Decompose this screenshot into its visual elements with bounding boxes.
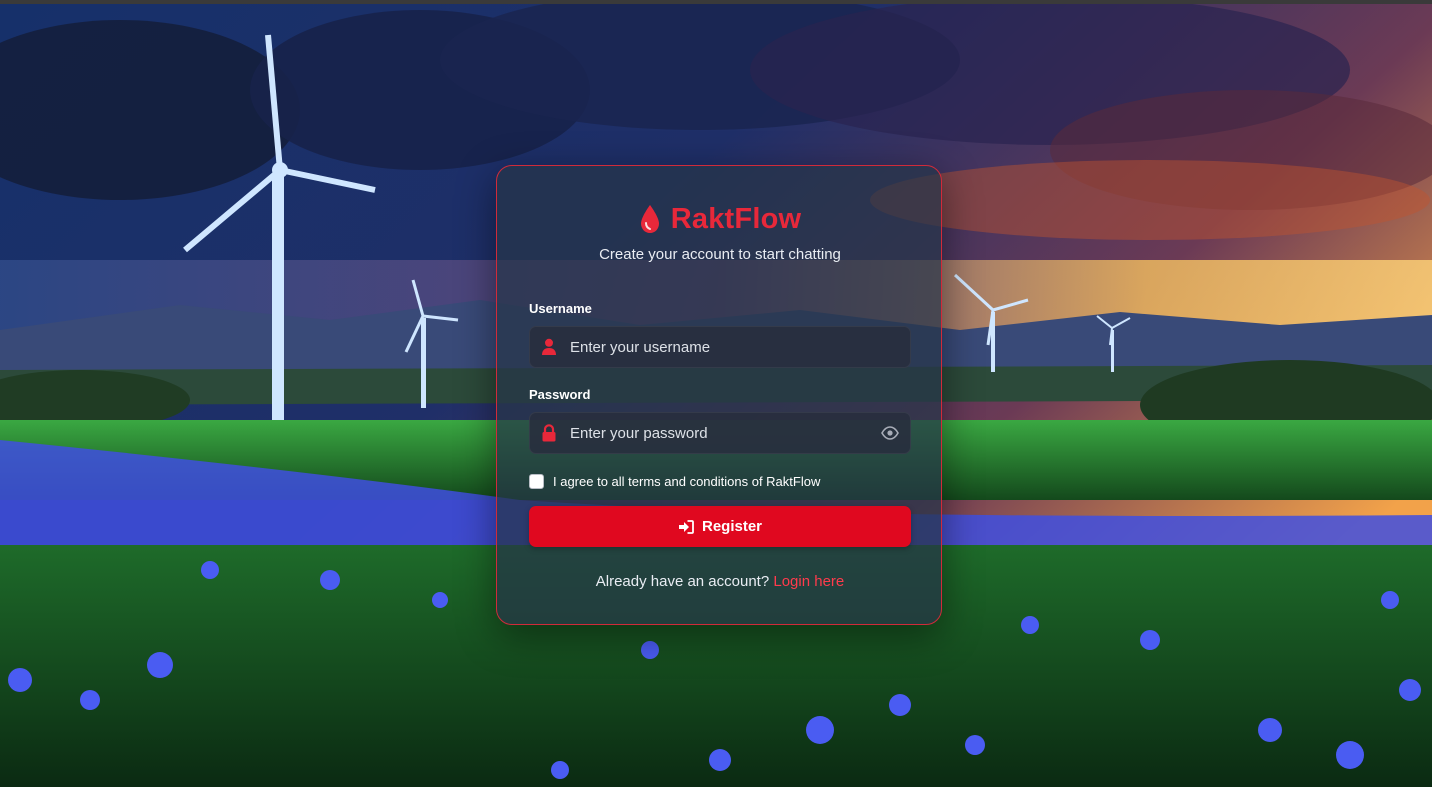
username-input[interactable] (570, 327, 870, 367)
lock-icon (542, 424, 556, 442)
terms-checkbox[interactable] (529, 473, 544, 489)
register-button[interactable]: Register (529, 506, 911, 547)
user-icon (542, 338, 556, 355)
form-subtitle: Create your account to start chatting (599, 246, 841, 263)
login-prompt-text: Already have an account? (595, 573, 770, 590)
terms-row: I agree to all terms and conditions of R… (529, 471, 820, 491)
username-label: Username (529, 301, 592, 316)
password-field[interactable] (529, 412, 911, 454)
brand-header: RaktFlow (497, 199, 943, 239)
brand-name: RaktFlow (670, 202, 802, 235)
username-field[interactable] (529, 326, 911, 368)
login-link[interactable]: Login here (773, 573, 844, 590)
blood-drop-icon (640, 205, 659, 233)
login-prompt: Already have an account? Login here (497, 573, 943, 590)
eye-icon[interactable] (881, 426, 899, 440)
register-card: RaktFlow Create your account to start ch… (496, 165, 942, 625)
password-label: Password (529, 387, 591, 402)
register-button-label: Register (701, 518, 763, 535)
terms-label[interactable]: I agree to all terms and conditions of R… (553, 474, 820, 489)
registration-page: RaktFlow Create your account to start ch… (0, 0, 1432, 787)
window-top-edge (0, 0, 1432, 4)
password-input[interactable] (570, 413, 870, 453)
sign-in-icon (678, 519, 694, 534)
